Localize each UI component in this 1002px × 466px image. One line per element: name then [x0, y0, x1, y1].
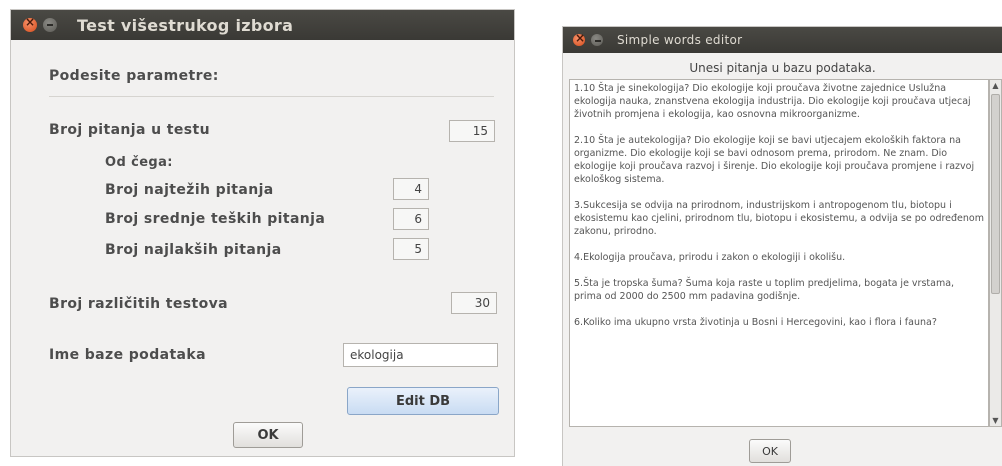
words-editor-window: Simple words editor Unesi pitanja u bazu… [562, 26, 1002, 466]
question-paragraph: 1.10 Šta je sinekologija? Dio ekologije … [574, 83, 971, 120]
question-paragraph: 4.Ekologija proučava, prirodu i zakon o … [574, 252, 846, 263]
minimize-icon[interactable] [591, 34, 603, 46]
title-bar: Test višestrukog izbora [11, 10, 514, 40]
of-which-label: Od čega: [105, 155, 173, 170]
minimize-icon[interactable] [43, 18, 57, 32]
question-paragraph: 6.Koliko ima ukupno vrsta životinja u Bo… [574, 317, 937, 328]
title-bar: Simple words editor [563, 27, 1002, 53]
medium-label: Broj srednje teških pitanja [105, 211, 326, 227]
easiest-count-field[interactable] [393, 238, 429, 260]
questions-text-area[interactable]: 1.10 Šta je sinekologija? Dio ekologije … [569, 79, 989, 427]
scroll-down-arrow-icon[interactable]: ▼ [990, 415, 1001, 426]
questions-count-field[interactable] [449, 120, 495, 142]
question-paragraph: 2.10 Šta je autekologija? Dio ekologije … [574, 135, 975, 185]
window-title: Test višestrukog izbora [77, 15, 294, 35]
vertical-scrollbar[interactable]: ▲ ▼ [989, 79, 1002, 427]
questions-label: Broj pitanja u testu [49, 122, 210, 138]
db-name-field[interactable] [343, 343, 498, 367]
close-icon[interactable] [573, 31, 587, 46]
edit-db-button[interactable]: Edit DB [347, 387, 499, 415]
tests-label: Broj različitih testova [49, 296, 228, 312]
section-header: Podesite parametre: [49, 68, 219, 84]
question-paragraph: 5.Šta je tropska šuma? Šuma koja raste u… [574, 278, 955, 302]
ok-button[interactable]: OK [749, 439, 791, 463]
medium-count-field[interactable] [393, 208, 429, 230]
hardest-count-field[interactable] [393, 178, 429, 200]
question-paragraph: 3.Sukcesija se odvija na prirodnom, indu… [574, 200, 984, 237]
separator [49, 96, 494, 97]
easiest-label: Broj najlakših pitanja [105, 242, 282, 258]
scroll-up-arrow-icon[interactable]: ▲ [990, 80, 1001, 91]
close-icon[interactable] [23, 15, 37, 32]
ok-button[interactable]: OK [233, 422, 303, 448]
tests-count-field[interactable] [451, 292, 497, 314]
editor-header: Unesi pitanja u bazu podataka. [689, 61, 876, 75]
window-title: Simple words editor [617, 33, 743, 47]
db-name-label: Ime baze podataka [49, 347, 206, 363]
hardest-label: Broj najtežih pitanja [105, 182, 274, 198]
scroll-thumb[interactable] [991, 94, 1000, 294]
test-settings-window: Test višestrukog izbora Podesite paramet… [10, 9, 515, 457]
